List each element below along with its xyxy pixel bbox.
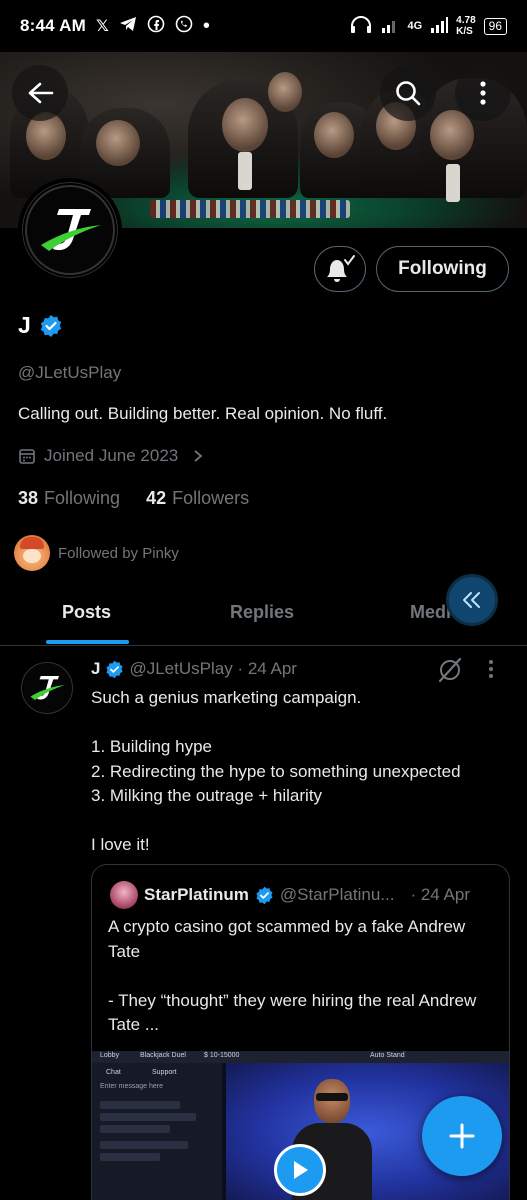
clock: 8:44 AM: [20, 16, 86, 35]
profile-name: J: [18, 312, 31, 338]
verified-badge-icon: [106, 660, 124, 678]
casino-lobby-label: Lobby: [100, 1052, 120, 1059]
following-count: 38: [18, 488, 39, 508]
post-avatar[interactable]: [21, 662, 73, 714]
video-play-button[interactable]: [274, 1144, 326, 1196]
profile-avatar[interactable]: [18, 178, 122, 282]
tab-posts[interactable]: Posts: [62, 602, 111, 623]
more-options-button[interactable]: [455, 65, 511, 121]
signal-icon: [381, 17, 399, 36]
followed-by-row[interactable]: Followed by Pinky: [14, 535, 179, 571]
banner-figure-head: [268, 72, 302, 112]
chat-line: [100, 1125, 170, 1133]
more-vertical-icon: [480, 81, 486, 105]
status-bar: 8:44 AM 𝕏 • 4G 4.78 K/S 96: [0, 0, 527, 52]
quote-time: · 24 Apr: [410, 885, 470, 904]
compose-post-button[interactable]: [422, 1096, 502, 1176]
notifications-bell-button[interactable]: [314, 246, 366, 292]
quote-header: StarPlatinum @StarPlatinu... · 24 Apr: [110, 881, 470, 909]
network-type: 4G: [407, 20, 423, 32]
telegram-icon: [119, 16, 137, 37]
casino-chat-label: Chat: [106, 1069, 121, 1076]
banner-shirt: [446, 164, 460, 202]
post-more-button[interactable]: [488, 658, 494, 685]
j-logo-icon: [30, 676, 65, 700]
verified-badge-icon[interactable]: [39, 314, 63, 338]
tab-replies[interactable]: Replies: [230, 602, 294, 623]
casino-auto-stand-label: Auto Stand: [370, 1052, 405, 1059]
grok-button[interactable]: [436, 656, 464, 689]
dot-icon: •: [202, 15, 210, 37]
j-logo-icon: [41, 209, 101, 251]
followed-by-text: Followed by Pinky: [58, 544, 179, 562]
following-stat[interactable]: 38 Following: [18, 488, 120, 509]
back-button[interactable]: [12, 65, 68, 121]
banner-figure-head: [96, 120, 140, 166]
net-speed-unit: K/S: [456, 26, 473, 37]
post-header: J @JLetUsPlay · 24 Apr: [91, 659, 297, 679]
verified-badge-icon: [256, 886, 273, 904]
followers-label: Followers: [172, 488, 250, 508]
casino-game-label: Blackjack Duel: [140, 1052, 186, 1059]
following-button[interactable]: Following: [376, 246, 509, 292]
chat-line: [100, 1113, 196, 1121]
post-handle-time: @JLetUsPlay · 24 Apr: [129, 659, 297, 678]
follower-avatar: [14, 535, 50, 571]
active-tab-indicator: [46, 640, 129, 644]
chat-line: [100, 1101, 180, 1109]
profile-handle: @JLetUsPlay: [18, 363, 122, 382]
follow-stats: 38 Following 42 Followers: [18, 488, 249, 509]
quote-text: A crypto casino got scammed by a fake An…: [108, 917, 477, 1034]
casino-top-bar: Lobby Blackjack Duel $ 10-15000 Auto Sta…: [92, 1051, 509, 1063]
facebook-icon: [147, 15, 165, 38]
joined-date[interactable]: Joined June 2023: [18, 446, 204, 466]
quote-handle: @StarPlatinu...: [279, 885, 395, 904]
quote-avatar: [110, 881, 138, 909]
profile-name-row: J: [18, 312, 63, 339]
bell-check-icon: [327, 255, 355, 282]
followers-count: 42: [146, 488, 167, 508]
calendar-icon: [19, 449, 35, 464]
avatar-logo: [25, 185, 115, 275]
casino-support-label: Support: [152, 1069, 177, 1076]
chevron-right-icon: [194, 450, 203, 462]
arrow-left-icon: [28, 82, 54, 104]
profile-bio: Calling out. Building better. Real opini…: [18, 404, 388, 423]
banner-shirt: [238, 152, 252, 190]
casino-message-placeholder: Enter message here: [100, 1083, 164, 1090]
play-icon: [294, 1161, 308, 1179]
joined-text: Joined June 2023: [44, 446, 179, 465]
quote-author-name: StarPlatinum: [144, 885, 249, 904]
post-author-name[interactable]: J: [91, 659, 100, 679]
plus-icon: [449, 1123, 475, 1149]
chat-line: [100, 1141, 188, 1149]
dealer-head: [314, 1079, 350, 1123]
tab-media[interactable]: Medi: [410, 602, 451, 623]
grok-icon: [438, 657, 462, 683]
banner-figure-head: [314, 112, 354, 158]
signal-icon-2: [430, 16, 449, 36]
chat-line: [100, 1153, 160, 1161]
search-icon: [396, 81, 421, 106]
net-speed: 4.78 K/S: [456, 15, 475, 37]
post-text: Such a genius marketing campaign. 1. Bui…: [91, 688, 461, 854]
net-speed-value: 4.78: [456, 15, 476, 26]
headphones-icon: [349, 15, 373, 37]
double-chevron-left-icon: [463, 592, 480, 608]
battery-indicator: 96: [483, 17, 507, 35]
banner-figure-head: [222, 98, 268, 152]
following-label: Following: [44, 488, 121, 508]
search-button[interactable]: [380, 65, 436, 121]
x-icon: 𝕏: [95, 18, 109, 35]
collapse-button[interactable]: [446, 574, 498, 626]
banner-figure-head: [430, 110, 474, 160]
followers-stat[interactable]: 42 Followers: [146, 488, 249, 509]
whatsapp-icon: [175, 15, 193, 38]
casino-stakes-label: $ 10-15000: [204, 1052, 240, 1059]
dealer-glasses: [316, 1093, 348, 1101]
more-vertical-icon: [489, 660, 493, 678]
poker-chips: [150, 200, 350, 218]
